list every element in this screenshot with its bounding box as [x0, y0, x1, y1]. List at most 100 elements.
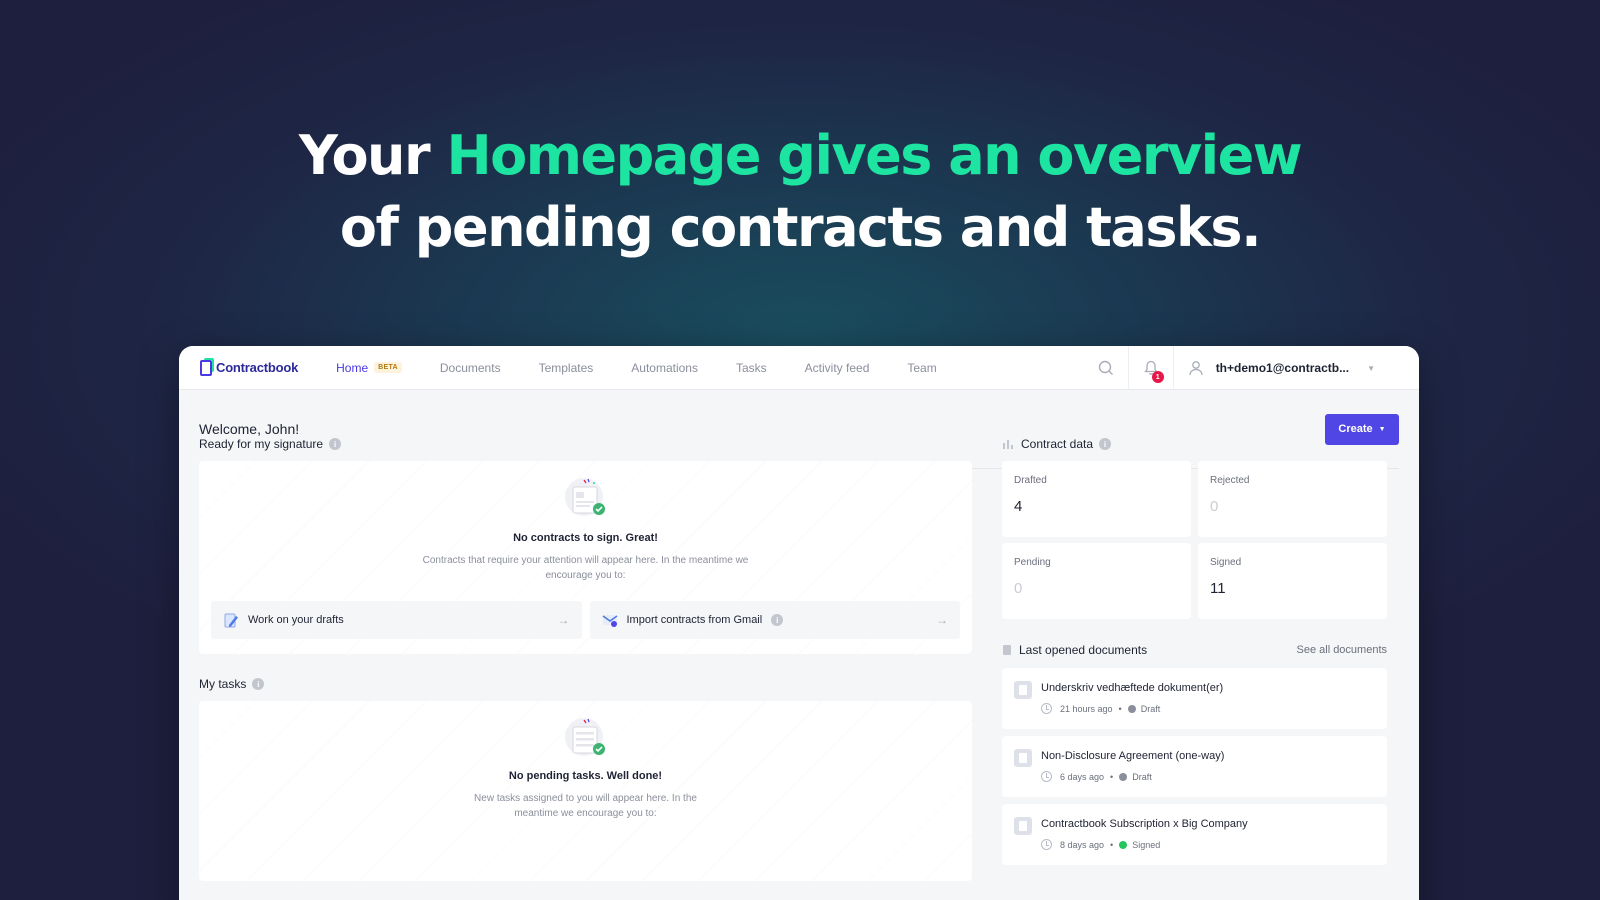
left-column: Ready for my signature i No contracts to… [199, 436, 972, 881]
clock-icon [1041, 771, 1052, 782]
nav-home[interactable]: Home BETA [336, 361, 402, 375]
document-item[interactable]: Contractbook Subscription x Big Company … [1002, 804, 1387, 865]
create-button-label: Create [1338, 423, 1373, 435]
document-status: Signed [1132, 839, 1161, 850]
signature-section-title: Ready for my signature i [199, 436, 972, 452]
stat-value: 11 [1210, 580, 1226, 597]
stat-label: Drafted [1014, 475, 1047, 486]
tasks-title-text: My tasks [199, 677, 247, 691]
status-dot [1127, 704, 1136, 713]
notifications-button[interactable]: 1 [1129, 346, 1173, 390]
logo-text: Contractbook [216, 360, 299, 375]
import-gmail-button[interactable]: Import contracts from Gmail i → [589, 601, 960, 639]
document-icon [1014, 817, 1032, 835]
meta-separator: • [1110, 771, 1114, 782]
info-icon[interactable]: i [329, 438, 342, 450]
last-opened-title: Last opened documents [1002, 643, 1147, 657]
contract-illustration-icon [564, 478, 605, 516]
tasks-section-title: My tasks i [199, 676, 972, 692]
tasks-empty-desc: New tasks assigned to you will appear he… [474, 793, 697, 819]
document-title: Underskriv vedhæftede dokument(er) [1041, 682, 1224, 694]
stat-label: Signed [1210, 557, 1242, 568]
nav-tasks[interactable]: Tasks [736, 361, 767, 375]
see-all-documents-link[interactable]: See all documents [1297, 644, 1388, 656]
document-meta: 8 days ago • Signed [1041, 839, 1375, 850]
clock-icon [1041, 703, 1052, 714]
tasks-empty-title: No pending tasks. Well done! [508, 770, 663, 782]
document-meta: 21 hours ago • Draft [1041, 703, 1375, 714]
document-meta: 6 days ago • Draft [1041, 771, 1375, 782]
nav-right: 1 th+demo1@contractb... ▼ [1084, 346, 1419, 390]
meta-separator: • [1110, 839, 1114, 850]
document-status: Draft [1132, 771, 1152, 782]
arrow-right-icon: → [936, 613, 948, 627]
user-menu[interactable]: th+demo1@contractb... ▼ [1174, 360, 1419, 376]
stat-drafted[interactable]: Drafted 4 [1002, 461, 1191, 537]
stat-value: 0 [1014, 580, 1023, 597]
app-window: Contractbook Home BETA Documents Templat… [179, 346, 1419, 900]
notification-badge: 1 [1151, 371, 1164, 383]
signature-title-text: Ready for my signature [199, 437, 324, 451]
nav-home-label: Home [336, 360, 369, 375]
gmail-icon [602, 615, 617, 627]
document-time: 21 hours ago [1060, 703, 1113, 714]
info-icon[interactable]: i [771, 614, 784, 626]
document-status: Draft [1140, 703, 1161, 714]
document-icon [1003, 645, 1011, 655]
document-time: 8 days ago [1060, 839, 1105, 850]
chevron-down-icon: ▼ [1378, 425, 1386, 433]
status-dot [1119, 772, 1128, 781]
hero-headline: Your Homepage gives an overview of pendi… [0, 120, 1600, 264]
stat-label: Rejected [1210, 475, 1250, 486]
user-email: th+demo1@contractb... [1215, 361, 1350, 375]
last-opened-header: Last opened documents See all documents [1002, 643, 1387, 657]
last-opened-title-text: Last opened documents [1019, 643, 1148, 657]
work-on-drafts-button[interactable]: Work on your drafts → [211, 601, 582, 639]
hero-line1-accent: Homepage gives an overview [446, 124, 1302, 187]
stat-rejected[interactable]: Rejected 0 [1198, 461, 1387, 537]
stat-value: 4 [1014, 498, 1023, 515]
arrow-right-icon: → [557, 613, 570, 627]
contract-data-title: Contract data i [1002, 436, 1387, 452]
right-column: Contract data i Drafted 4 Rejected 0 Pen… [1002, 436, 1387, 865]
search-icon [1098, 360, 1113, 375]
bar-chart-icon [1003, 440, 1013, 449]
info-icon[interactable]: i [1099, 438, 1112, 450]
signature-empty-desc: Contracts that require your attention wi… [422, 555, 749, 581]
chevron-down-icon: ▼ [1367, 363, 1375, 373]
stat-pending[interactable]: Pending 0 [1002, 543, 1191, 619]
nav-templates[interactable]: Templates [539, 361, 594, 375]
search-button[interactable] [1084, 346, 1128, 390]
nav-activity-feed[interactable]: Activity feed [805, 361, 870, 375]
document-item[interactable]: Non-Disclosure Agreement (one-way) 6 day… [1002, 736, 1387, 797]
info-icon[interactable]: i [252, 678, 265, 690]
nav-documents[interactable]: Documents [440, 361, 501, 375]
document-title: Non-Disclosure Agreement (one-way) [1041, 750, 1225, 762]
signature-empty-title: No contracts to sign. Great! [513, 532, 658, 544]
nav-team[interactable]: Team [907, 361, 936, 375]
tasks-illustration-icon [564, 718, 605, 756]
stat-label: Pending [1014, 557, 1051, 568]
contract-data-title-text: Contract data [1021, 437, 1094, 451]
hero-line2: of pending contracts and tasks. [339, 196, 1262, 259]
document-icon [1014, 681, 1032, 699]
meta-separator: • [1118, 703, 1122, 714]
tasks-card: No pending tasks. Well done! New tasks a… [199, 701, 972, 881]
work-on-drafts-label: Work on your drafts [248, 614, 344, 626]
draft-pencil-icon [224, 613, 238, 628]
clock-icon [1041, 839, 1052, 850]
logo[interactable]: Contractbook [200, 357, 299, 376]
nav-automations[interactable]: Automations [631, 361, 698, 375]
stats-grid: Drafted 4 Rejected 0 Pending 0 Signed 11 [1002, 461, 1387, 619]
welcome-text: Welcome, John! [199, 421, 300, 437]
status-dot [1119, 840, 1128, 849]
import-gmail-label: Import contracts from Gmail [626, 614, 763, 626]
beta-badge: BETA [374, 362, 402, 373]
logo-icon [200, 357, 214, 376]
top-navbar: Contractbook Home BETA Documents Templat… [179, 346, 1419, 390]
stat-signed[interactable]: Signed 11 [1198, 543, 1387, 619]
document-title: Contractbook Subscription x Big Company [1041, 818, 1248, 830]
document-icon [1014, 749, 1032, 767]
document-item[interactable]: Underskriv vedhæftede dokument(er) 21 ho… [1002, 668, 1387, 729]
user-icon [1189, 361, 1203, 376]
